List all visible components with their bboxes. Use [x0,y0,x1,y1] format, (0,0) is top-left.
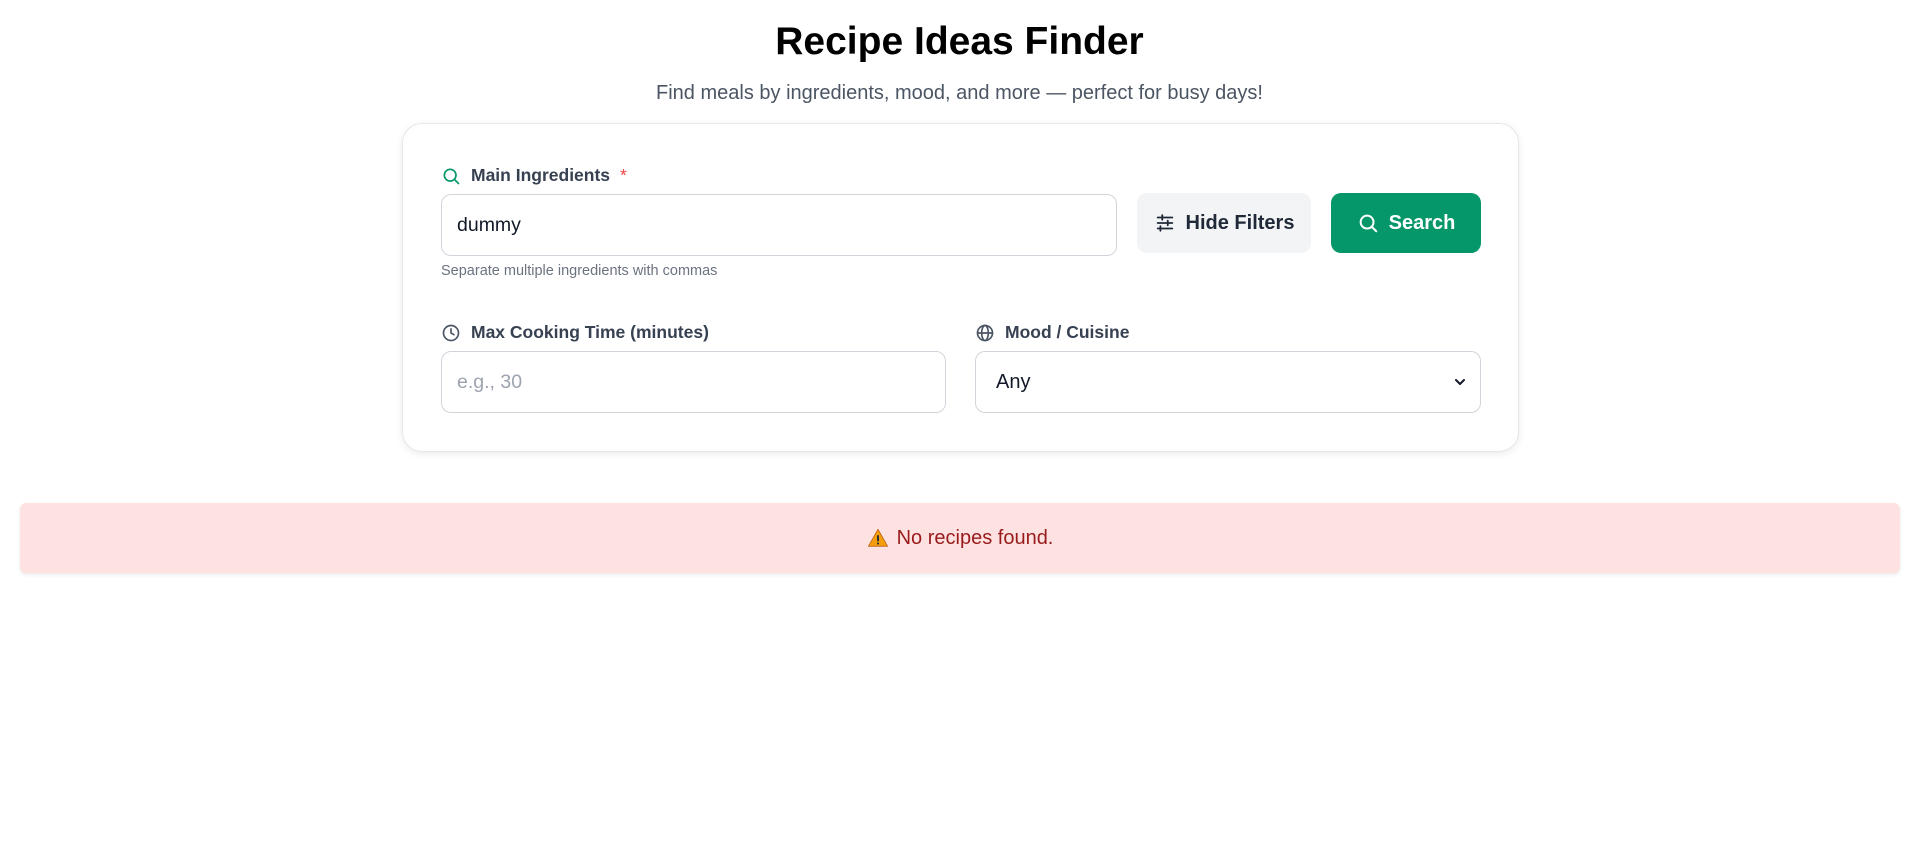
ingredients-label: Main Ingredients * [441,165,627,186]
cooking-time-label-text: Max Cooking Time (minutes) [471,322,709,342]
page-title: Recipe Ideas Finder [775,20,1144,63]
page-subtitle: Find meals by ingredients, mood, and mor… [656,82,1263,104]
alert-message: No recipes found. [896,526,1054,549]
search-icon [441,166,461,186]
cooking-time-input[interactable] [441,351,946,413]
mood-label-text: Mood / Cuisine [1005,322,1130,342]
mood-label: Mood / Cuisine [975,322,1129,343]
search-button[interactable]: Search [1331,193,1481,253]
page-header: Recipe Ideas Finder Find meals by ingred… [0,0,1919,106]
hide-filters-button[interactable]: Hide Filters [1137,193,1311,253]
ingredients-label-text: Main Ingredients [471,165,611,185]
no-results-alert: No recipes found. [20,503,1900,573]
cooking-time-label: Max Cooking Time (minutes) [441,322,709,343]
mood-selected-value: Any [996,370,1031,393]
hide-filters-label: Hide Filters [1185,211,1295,234]
clock-icon [441,323,461,343]
required-indicator: * [620,165,627,185]
mood-select[interactable]: Any [975,351,1481,413]
warning-icon [867,527,889,549]
chevron-down-icon [1452,374,1468,390]
search-button-label: Search [1388,211,1456,234]
globe-icon [975,323,995,343]
sliders-icon [1154,212,1176,234]
search-card: Main Ingredients * Separate multiple ing… [402,123,1519,452]
search-icon [1357,212,1379,234]
ingredients-hint: Separate multiple ingredients with comma… [441,263,718,279]
ingredients-input[interactable] [441,194,1117,256]
